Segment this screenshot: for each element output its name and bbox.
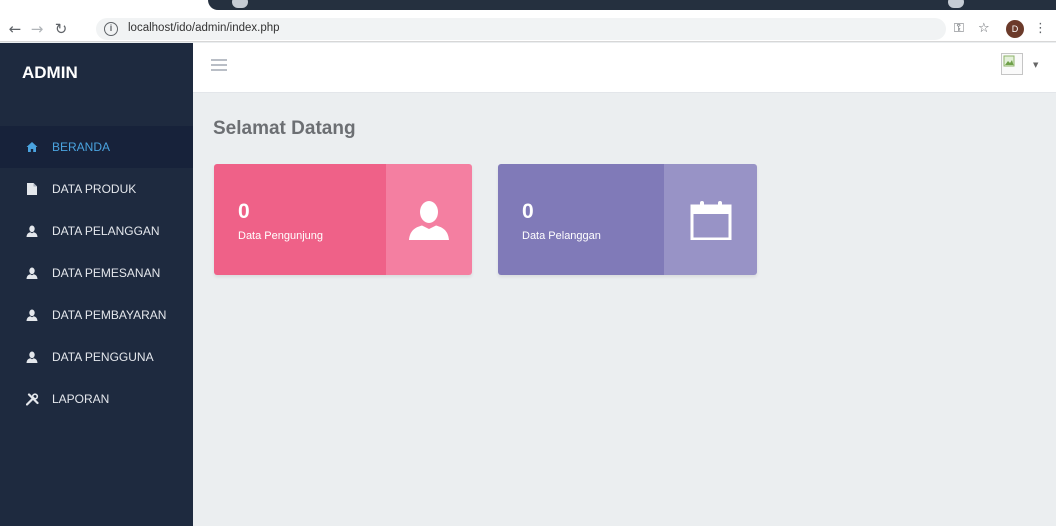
browser-toolbar: ← → ↻ i localhost/ido/admin/index.php ⚿ … (0, 16, 1056, 42)
stat-card-body: 0 Data Pengunjung (214, 164, 386, 275)
sidebar-item-label: DATA PELANGGAN (52, 224, 160, 238)
user-icon (24, 265, 40, 281)
sidebar: ADMIN BERANDA DATA PRODUK DATA PELANGGAN… (0, 43, 193, 526)
brand-title[interactable]: ADMIN (22, 63, 78, 83)
stat-card-pengunjung[interactable]: 0 Data Pengunjung (214, 164, 472, 275)
user-avatar[interactable] (1001, 53, 1023, 75)
sidebar-item-beranda[interactable]: BERANDA (0, 126, 193, 168)
top-navbar: ▼ (193, 43, 1056, 93)
home-icon (24, 139, 40, 155)
tools-icon (24, 391, 40, 407)
user-icon (409, 200, 449, 240)
calendar-icon (690, 200, 731, 240)
stat-value: 0 (238, 200, 250, 223)
stat-card-icon-panel (386, 164, 472, 275)
sidebar-item-laporan[interactable]: LAPORAN (0, 378, 193, 420)
sidebar-item-data-pembayaran[interactable]: DATA PEMBAYARAN (0, 294, 193, 336)
forward-icon[interactable]: → (28, 19, 46, 39)
document-icon (24, 181, 40, 197)
address-bar[interactable]: i localhost/ido/admin/index.php (96, 18, 946, 40)
star-icon[interactable]: ☆ (978, 21, 990, 36)
stat-card-icon-panel (664, 164, 757, 275)
sidebar-item-label: LAPORAN (52, 392, 110, 406)
stat-label: Data Pelanggan (522, 230, 601, 242)
user-icon (24, 349, 40, 365)
sidebar-item-label: DATA PRODUK (52, 182, 137, 196)
stat-card-pelanggan[interactable]: 0 Data Pelanggan (498, 164, 757, 275)
chevron-down-icon[interactable]: ▼ (1033, 61, 1038, 69)
hamburger-menu-icon[interactable] (211, 59, 227, 71)
sidebar-item-data-produk[interactable]: DATA PRODUK (0, 168, 193, 210)
back-icon[interactable]: ← (6, 19, 24, 39)
sidebar-item-label: BERANDA (52, 140, 111, 154)
sidebar-item-label: DATA PENGGUNA (52, 350, 154, 364)
broken-image-icon (1003, 55, 1015, 67)
browser-tab-bar (208, 0, 1056, 10)
sidebar-item-data-pelanggan[interactable]: DATA PELANGGAN (0, 210, 193, 252)
tab-indicator (948, 0, 964, 8)
sidebar-item-data-pemesanan[interactable]: DATA PEMESANAN (0, 252, 193, 294)
tab-indicator (232, 0, 248, 8)
sidebar-item-label: DATA PEMBAYARAN (52, 308, 167, 322)
page-title: Selamat Datang (213, 118, 356, 139)
sidebar-menu: BERANDA DATA PRODUK DATA PELANGGAN DATA … (0, 126, 193, 420)
address-url[interactable]: localhost/ido/admin/index.php (128, 22, 280, 34)
reload-icon[interactable]: ↻ (52, 19, 70, 39)
menu-dots-icon[interactable]: ⋮ (1034, 21, 1047, 36)
profile-avatar[interactable]: D (1006, 20, 1024, 38)
user-icon (24, 223, 40, 239)
browser-tab-strip (0, 0, 1056, 16)
info-icon[interactable]: i (104, 22, 118, 36)
user-icon (24, 307, 40, 323)
stat-label: Data Pengunjung (238, 230, 324, 242)
stat-card-body: 0 Data Pelanggan (498, 164, 664, 275)
key-icon[interactable]: ⚿ (954, 21, 964, 36)
sidebar-item-label: DATA PEMESANAN (52, 266, 161, 280)
sidebar-item-data-pengguna[interactable]: DATA PENGGUNA (0, 336, 193, 378)
stat-value: 0 (522, 200, 534, 223)
